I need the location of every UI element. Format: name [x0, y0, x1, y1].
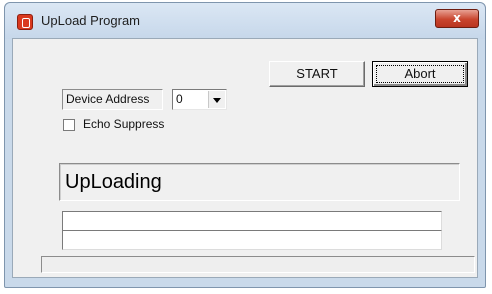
close-button[interactable]: x	[435, 9, 479, 28]
device-address-label: Device Address	[62, 89, 163, 110]
start-button[interactable]: START	[269, 61, 365, 87]
app-icon	[17, 14, 33, 30]
status-display: UpLoading	[59, 163, 460, 201]
window-title: UpLoad Program	[41, 13, 140, 28]
chevron-down-icon[interactable]	[208, 91, 225, 108]
echo-suppress-label[interactable]: Echo Suppress	[83, 117, 164, 131]
echo-suppress-checkbox[interactable]	[63, 119, 75, 131]
abort-button[interactable]: Abort	[372, 61, 468, 87]
output-line-1	[62, 211, 442, 231]
upload-program-window: UpLoad Program x START Abort Device Addr…	[4, 2, 486, 288]
close-icon: x	[453, 11, 461, 25]
focus-rectangle	[376, 65, 464, 83]
device-address-select[interactable]: 0	[172, 89, 227, 110]
status-text: UpLoading	[65, 171, 162, 193]
title-bar[interactable]: UpLoad Program x	[5, 3, 485, 39]
device-address-value: 0	[176, 92, 183, 106]
progress-bar	[41, 256, 475, 273]
output-line-2	[62, 230, 442, 250]
dialog-client-area: START Abort Device Address 0 Echo Suppre…	[12, 38, 478, 278]
